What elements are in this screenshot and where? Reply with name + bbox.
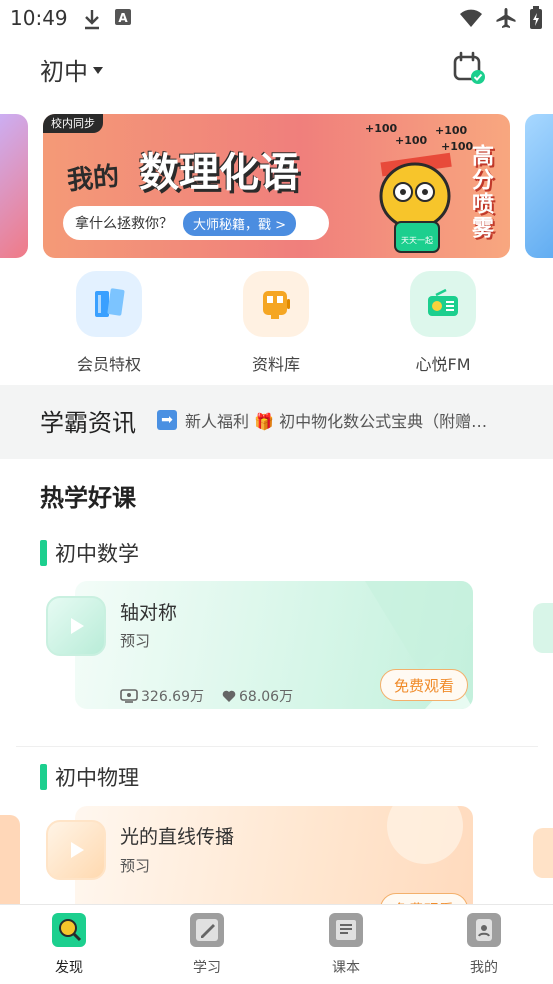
- banner-tag: 校内同步: [43, 114, 103, 133]
- news-ticker[interactable]: ➡ 新人福利 🎁 初中物化数公式宝典（附赠…: [157, 408, 547, 432]
- course-stats: 326.69万 68.06万: [120, 686, 293, 706]
- play-button[interactable]: [46, 820, 106, 880]
- quick-entry-label: 会员特权: [76, 355, 141, 374]
- tab-profile[interactable]: 我的: [444, 913, 524, 977]
- free-watch-button[interactable]: 免费观看: [380, 669, 468, 701]
- banner-title-pre: 我的: [66, 161, 121, 197]
- like-count: 68.06万: [239, 689, 294, 705]
- subject-header-physics: 初中物理: [40, 762, 139, 792]
- book-icon: [95, 288, 125, 317]
- tab-textbook[interactable]: 课本: [306, 913, 386, 977]
- header: 初中: [0, 40, 553, 96]
- divider: [16, 746, 538, 747]
- study-icon: [196, 919, 218, 941]
- grade-selector[interactable]: 初中: [40, 52, 104, 87]
- textbook-icon: [336, 920, 356, 940]
- subject-header-math: 初中数学: [40, 538, 139, 568]
- download-icon: [85, 10, 99, 30]
- discover-icon: [59, 919, 82, 942]
- banner-title-main: 数理化语: [139, 150, 299, 196]
- heart-icon: [222, 690, 236, 702]
- viewers-icon: [120, 689, 138, 703]
- news-strip[interactable]: 学霸资讯 ➡ 新人福利 🎁 初中物化数公式宝典（附赠…: [0, 385, 553, 459]
- course-card-peek[interactable]: [533, 828, 553, 878]
- quick-entry-library[interactable]: 资料库: [221, 271, 331, 375]
- tab-label: 发现: [55, 960, 83, 976]
- banner-pill[interactable]: 拿什么拯救你？ 大师秘籍，戳 >: [63, 206, 329, 240]
- tab-study[interactable]: 学习: [167, 913, 247, 977]
- subject-accent-bar: [40, 540, 47, 566]
- mascot-badge: 天天一起: [401, 236, 433, 245]
- mascot-illustration: 天天一起: [379, 152, 452, 253]
- banner-side-text: 高分喷雾: [468, 144, 493, 240]
- score-badge: +100: [435, 124, 468, 137]
- play-icon: [71, 618, 84, 634]
- course-tag: 预习: [120, 632, 151, 650]
- banner-pill-question: 拿什么拯救你？: [75, 216, 173, 232]
- subject-label: 初中物理: [55, 766, 139, 790]
- wifi-icon: [460, 9, 482, 27]
- news-ticker-text: 新人福利 🎁 初中物化数公式宝典（附赠…: [185, 412, 488, 431]
- radio-icon: [428, 288, 458, 316]
- course-name: 光的直线传播: [120, 826, 235, 848]
- course-tag: 预习: [120, 857, 151, 875]
- status-time: 10:49: [10, 6, 68, 30]
- quick-entry-label: 资料库: [251, 355, 300, 374]
- course-name: 轴对称: [120, 602, 178, 624]
- tab-label: 我的: [470, 960, 498, 976]
- svg-text:A: A: [118, 11, 128, 25]
- airplane-icon: [496, 8, 516, 28]
- status-bar: 10:49 A: [0, 0, 553, 38]
- subject-accent-bar: [40, 764, 47, 790]
- bottom-nav: 发现 学习 课本 我的: [0, 904, 553, 984]
- calendar-check-button[interactable]: [451, 50, 487, 86]
- quick-entry-fm[interactable]: 心悦FM: [388, 271, 498, 375]
- news-title: 学霸资讯: [40, 409, 136, 437]
- profile-icon: [476, 919, 492, 941]
- banner-next-peek[interactable]: [525, 114, 553, 258]
- tab-label: 学习: [193, 960, 221, 976]
- banner-prev-peek[interactable]: [0, 114, 28, 258]
- battery-icon: [530, 6, 542, 29]
- score-badge: +100: [365, 122, 398, 135]
- view-count: 326.69万: [141, 689, 204, 705]
- arrow-right-icon: ➡: [157, 410, 177, 430]
- banner-main[interactable]: 校内同步 我的 数理化语 拿什么拯救你？ 大师秘籍，戳 > +100 +100 …: [43, 114, 510, 258]
- grade-label: 初中: [40, 58, 88, 86]
- banner-pill-cta: 大师秘籍，戳 >: [183, 210, 297, 236]
- course-card-peek[interactable]: [533, 603, 553, 653]
- bus-icon: [263, 291, 290, 319]
- tab-label: 课本: [332, 960, 360, 976]
- subject-label: 初中数学: [55, 542, 139, 566]
- section-title: 热学好课: [40, 484, 136, 512]
- caret-down-icon: [93, 66, 103, 74]
- quick-entry-member[interactable]: 会员特权: [54, 271, 164, 375]
- play-icon: [71, 842, 84, 858]
- calendar-check-icon: [453, 51, 485, 84]
- tab-discover[interactable]: 发现: [29, 913, 109, 977]
- play-button[interactable]: [46, 596, 106, 656]
- a-icon: A: [115, 9, 131, 25]
- quick-entry-label: 心悦FM: [415, 355, 471, 374]
- course-card-peek[interactable]: [0, 815, 20, 915]
